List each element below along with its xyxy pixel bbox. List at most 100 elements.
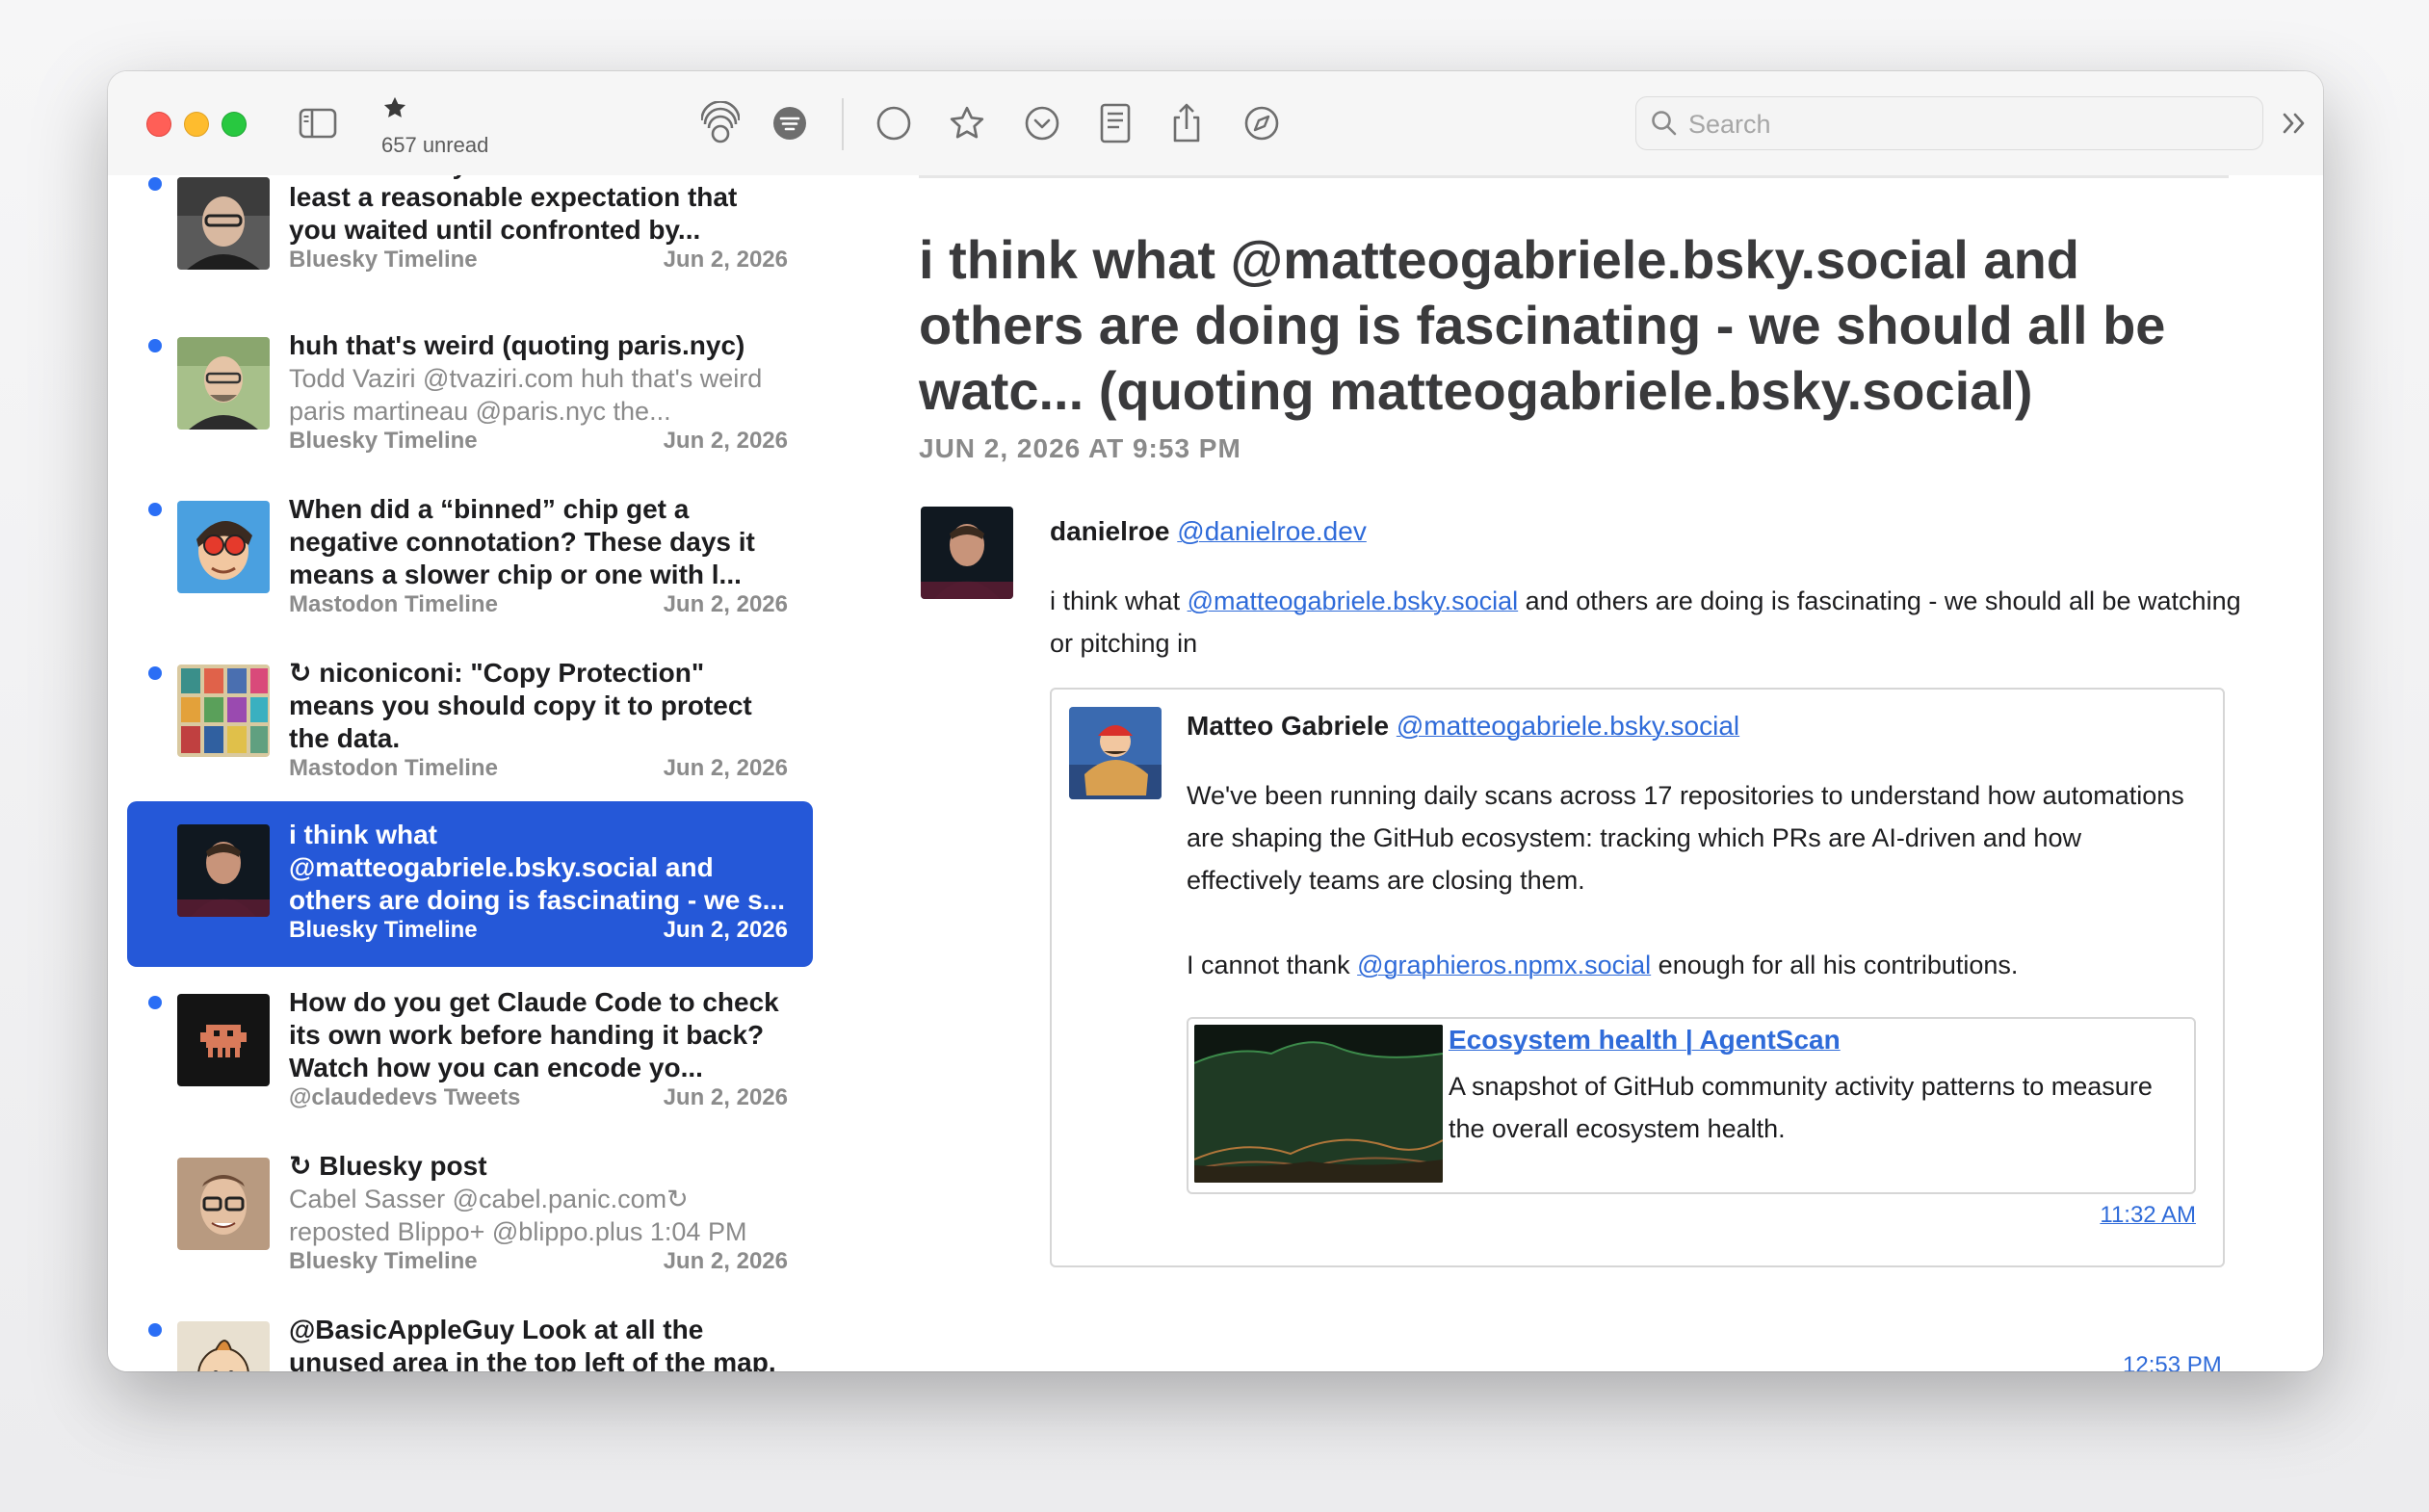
item-title: When did a “binned” chip get a negative …	[289, 494, 755, 589]
mark-read-circle-icon[interactable]	[873, 102, 915, 144]
item-title: ↻ niconiconi: "Copy Protection" means yo…	[289, 657, 788, 755]
quoted-paragraph: We've been running daily scans across 17…	[1187, 781, 2184, 895]
search-input[interactable]	[1686, 105, 2230, 143]
item-date: Jun 2, 2026	[663, 428, 788, 454]
article-divider	[919, 175, 2229, 178]
quoted-text: enough for all his contributions.	[1651, 951, 2019, 979]
item-title: I miss the days when there was at least …	[289, 175, 738, 245]
timeline-item-selected[interactable]: i think what @matteogabriele.bsky.social…	[127, 801, 813, 967]
quoted-author-avatar[interactable]	[1069, 707, 1162, 799]
unread-dot	[148, 339, 162, 352]
search-field[interactable]	[1635, 96, 2263, 150]
item-source: Mastodon Timeline	[289, 591, 498, 617]
repost-icon: ↻	[289, 1151, 312, 1181]
unread-dot	[148, 177, 162, 191]
item-date: Jun 2, 2026	[663, 755, 788, 781]
link-preview-title[interactable]: Ecosystem health | AgentScan	[1449, 1025, 1841, 1056]
link-preview-thumbnail	[1194, 1025, 1443, 1183]
quoted-post: Matteo Gabriele @matteogabriele.bsky.soc…	[1050, 688, 2225, 1267]
toolbar: 657 unread	[108, 71, 2323, 176]
post-author: danielroe @danielroe.dev	[1050, 516, 1367, 547]
item-source: Bluesky Timeline	[289, 428, 478, 454]
search-icon	[1650, 109, 1679, 143]
post-time-link[interactable]: 12:53 PM	[2123, 1352, 2222, 1371]
open-in-browser-compass-icon[interactable]	[1241, 102, 1283, 144]
unread-dot	[148, 503, 162, 516]
item-date: Jun 2, 2026	[663, 591, 788, 617]
link-preview-description: A snapshot of GitHub community activity …	[1449, 1072, 2153, 1143]
item-source: Bluesky Timeline	[289, 247, 478, 273]
article-date: JUN 2, 2026 AT 9:53 PM	[919, 433, 1241, 463]
item-title: How do you get Claude Code to check its …	[289, 987, 779, 1082]
avatar	[177, 177, 270, 270]
toolbar-divider	[842, 98, 844, 150]
avatar	[177, 824, 270, 917]
item-summary: Todd Vaziri @tvaziri.com huh that's weir…	[289, 364, 763, 426]
avatar	[177, 501, 270, 593]
post-body-text: i think what	[1050, 587, 1188, 615]
star-filled-icon	[381, 94, 408, 126]
article-title: i think what @matteogabriele.bsky.social…	[919, 229, 2166, 421]
unread-dot	[148, 666, 162, 680]
item-date: Jun 2, 2026	[663, 917, 788, 943]
author-avatar[interactable]	[921, 507, 1013, 599]
item-summary: Cabel Sasser @cabel.panic.com↻ reposted …	[289, 1185, 747, 1246]
quoted-post-time-link[interactable]: 11:32 AM	[2100, 1202, 2196, 1229]
item-title-text: Bluesky post	[319, 1151, 487, 1181]
mention-link[interactable]: @matteogabriele.bsky.social	[1188, 587, 1519, 615]
repost-icon: ↻	[289, 658, 312, 688]
avatar	[177, 1321, 270, 1371]
toolbar-overflow-chevron-icon[interactable]	[2275, 102, 2313, 144]
quoted-author-name: Matteo Gabriele	[1187, 711, 1390, 741]
item-title-text: niconiconi: "Copy Protection" means you …	[289, 658, 752, 753]
timeline-item[interactable]: I miss the days when there was at least …	[127, 175, 813, 314]
item-title: @BasicAppleGuy Look at all the unused ar…	[289, 1315, 776, 1371]
timeline-item[interactable]: huh that's weird (quoting paris.nyc) Tod…	[127, 329, 813, 495]
post-body: i think what @matteogabriele.bsky.social…	[1050, 580, 2256, 665]
author-name: danielroe	[1050, 516, 1170, 546]
timeline-item[interactable]: ↻ niconiconi: "Copy Protection" means yo…	[127, 657, 813, 822]
close-window-button[interactable]	[146, 112, 171, 137]
minimize-window-button[interactable]	[184, 112, 209, 137]
avatar	[177, 337, 270, 430]
item-date: Jun 2, 2026	[663, 1248, 788, 1274]
unread-count-label: 657 unread	[381, 133, 489, 157]
filter-list-icon[interactable]	[769, 102, 811, 144]
item-source: Mastodon Timeline	[289, 755, 498, 781]
item-source: Bluesky Timeline	[289, 917, 478, 943]
share-icon[interactable]	[1165, 102, 1208, 144]
item-title: ↻ Bluesky post	[289, 1150, 788, 1183]
app-window: 657 unread Search least a reasonable exp…	[108, 71, 2323, 1371]
link-preview-card[interactable]: Ecosystem health | AgentScan A snapshot …	[1187, 1017, 2196, 1194]
reader-view-icon[interactable]	[1094, 102, 1136, 144]
avatar	[177, 1158, 270, 1250]
next-unread-icon[interactable]	[1021, 102, 1063, 144]
feed-refresh-icon[interactable]	[699, 101, 742, 144]
quoted-body: We've been running daily scans across 17…	[1187, 774, 2188, 986]
item-source: Bluesky Timeline	[289, 1248, 478, 1274]
quoted-paragraph: I cannot thank @graphieros.npmx.social e…	[1187, 944, 2188, 986]
item-date: Jun 2, 2026	[663, 247, 788, 273]
timeline-item[interactable]: ↻ Bluesky post Cabel Sasser @cabel.panic…	[127, 1150, 813, 1316]
author-handle-link[interactable]: @danielroe.dev	[1177, 516, 1367, 546]
article-pane: i think what @matteogabriele.bsky.social…	[832, 175, 2323, 1371]
sidebar-toggle-icon[interactable]	[297, 102, 339, 144]
quoted-author-handle-link[interactable]: @matteogabriele.bsky.social	[1397, 711, 1739, 741]
zoom-window-button[interactable]	[222, 112, 247, 137]
star-outline-icon[interactable]	[946, 102, 988, 144]
mention-link[interactable]: @graphieros.npmx.social	[1357, 951, 1651, 979]
item-source: @claudedevs Tweets	[289, 1084, 521, 1110]
item-title: huh that's weird (quoting paris.nyc)	[289, 330, 745, 360]
quoted-author: Matteo Gabriele @matteogabriele.bsky.soc…	[1187, 711, 1739, 742]
unread-dot	[148, 996, 162, 1009]
unread-dot	[148, 1323, 162, 1337]
timeline-list[interactable]: I miss the days when there was at least …	[108, 175, 833, 1371]
item-date: Jun 2, 2026	[663, 1084, 788, 1110]
quoted-text: I cannot thank	[1187, 951, 1358, 979]
timeline-item[interactable]: How do you get Claude Code to check its …	[127, 986, 813, 1152]
avatar	[177, 994, 270, 1086]
item-title: i think what @matteogabriele.bsky.social…	[289, 820, 786, 915]
timeline-item[interactable]: @BasicAppleGuy Look at all the unused ar…	[127, 1314, 813, 1371]
avatar	[177, 665, 270, 757]
timeline-item[interactable]: When did a “binned” chip get a negative …	[127, 493, 813, 659]
